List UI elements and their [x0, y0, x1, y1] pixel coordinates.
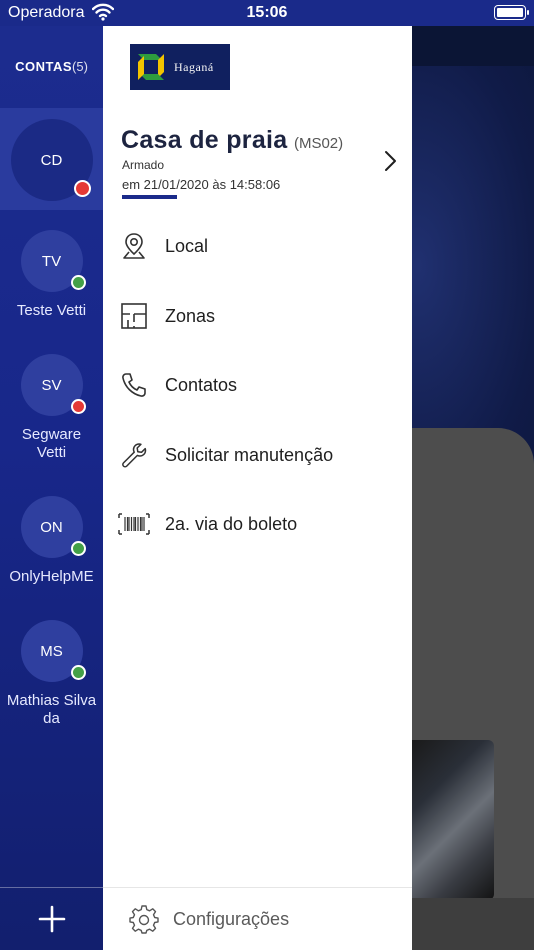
avatar-initials: SV — [41, 376, 62, 394]
menu-item-contatos[interactable]: Contatos — [103, 357, 412, 413]
site-status-date: em 21/01/2020 às 14:58:06 — [122, 177, 281, 192]
map-pin-icon — [103, 232, 165, 260]
status-dot-alarm — [73, 180, 91, 197]
barcode-icon — [103, 512, 165, 536]
account-name: Mathias Silva da — [6, 692, 97, 727]
wrench-icon — [103, 441, 165, 469]
avatar: SV — [20, 354, 86, 416]
site-name: Casa de praia (MS02) — [121, 126, 343, 155]
avatar: TV — [20, 230, 86, 292]
clock: 15:06 — [246, 4, 288, 21]
avatar-initials: MS — [40, 642, 63, 660]
avatar-initials: ON — [40, 518, 63, 536]
navigation-drawer: Haganá Casa de praia (MS02) Armado em 21… — [103, 26, 412, 950]
accounts-sidebar: CONTAS(5) CD TV Teste Vetti SV Segware V… — [0, 26, 103, 950]
menu-item-local[interactable]: Local — [103, 218, 412, 274]
menu-label: Local — [165, 235, 209, 256]
settings-label: Configurações — [173, 908, 290, 929]
avatar-initials: CD — [40, 151, 63, 169]
logo-mark-icon — [134, 50, 168, 84]
menu-item-boleto[interactable]: 2a. via do boleto — [103, 496, 412, 552]
avatar: CD — [10, 119, 93, 201]
background-bottom-strip — [412, 898, 534, 950]
plus-icon — [38, 905, 65, 933]
menu-label: Solicitar manutenção — [165, 444, 334, 465]
status-bar: Operadora 15:06 — [0, 0, 534, 26]
accounts-title: CONTAS — [15, 59, 73, 74]
account-name: Teste Vetti — [16, 302, 87, 319]
avatar: MS — [20, 620, 86, 682]
background-content-overlay[interactable] — [412, 26, 534, 950]
menu-item-manutencao[interactable]: Solicitar manutenção — [103, 427, 412, 483]
accounts-header: CONTAS(5) — [0, 26, 103, 108]
avatar-initials: TV — [41, 252, 62, 270]
account-item-tv[interactable]: TV Teste Vetti — [0, 230, 103, 320]
phone-icon — [103, 371, 165, 399]
menu-label: 2a. via do boleto — [165, 513, 298, 534]
company-logo: Haganá — [130, 44, 230, 90]
avatar: ON — [20, 496, 86, 558]
account-name: OnlyHelpME — [9, 568, 94, 585]
account-item-sv[interactable]: SV Segware Vetti — [0, 354, 103, 462]
settings-button[interactable]: Configurações — [103, 888, 412, 950]
menu-label: Contatos — [165, 374, 238, 395]
site-status: Armado — [122, 158, 165, 172]
site-details-button[interactable] — [383, 148, 399, 179]
status-dot-ok — [70, 665, 86, 680]
status-dot-ok — [70, 275, 86, 290]
accounts-count: (5) — [72, 59, 88, 74]
menu-label: Zonas — [165, 305, 216, 326]
account-name: Segware Vetti — [21, 426, 82, 461]
menu-item-zonas[interactable]: Zonas — [103, 288, 412, 344]
account-item-cd[interactable]: CD — [0, 108, 103, 210]
site-title: Casa de praia — [121, 126, 288, 154]
status-dot-alarm — [70, 399, 86, 414]
add-account-button[interactable] — [0, 888, 103, 950]
logo-text: Haganá — [174, 59, 214, 74]
floorplan-icon — [103, 302, 165, 330]
site-code: (MS02) — [293, 135, 344, 152]
account-item-ms[interactable]: MS Mathias Silva da — [0, 620, 103, 728]
status-dot-ok — [70, 541, 86, 556]
camera-thumbnail — [412, 740, 494, 900]
site-underline — [122, 195, 177, 199]
account-item-on[interactable]: ON OnlyHelpME — [0, 496, 103, 586]
chevron-right-icon — [385, 151, 396, 171]
battery-icon — [494, 5, 529, 20]
